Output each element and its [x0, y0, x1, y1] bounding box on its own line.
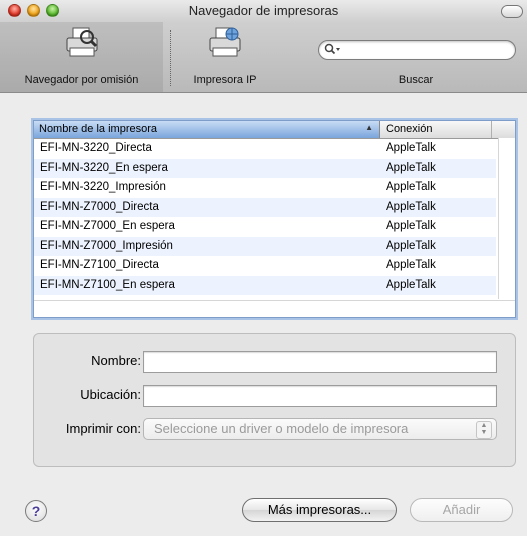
printer-rows: EFI-MN-3220_Directa AppleTalk EFI-MN-322…	[34, 139, 496, 295]
printer-name-cell: EFI-MN-Z7000_En espera	[40, 220, 175, 232]
toolbar-ip-printer[interactable]: Impresora IP	[175, 22, 275, 92]
printer-connection-cell: AppleTalk	[386, 239, 436, 252]
printer-connection-cell: AppleTalk	[386, 142, 436, 154]
popup-arrows-icon: ▲ ▼	[476, 421, 492, 439]
location-field[interactable]	[143, 385, 497, 407]
printer-name-cell: EFI-MN-Z7100_En espera	[40, 278, 175, 291]
printer-connection-cell: AppleTalk	[386, 259, 436, 271]
printer-name-cell: EFI-MN-3220_En espera	[40, 161, 168, 174]
search-field[interactable]	[318, 40, 516, 60]
toolbar-ip-printer-label: Impresora IP	[193, 74, 257, 86]
printer-name-cell: EFI-MN-3220_Impresión	[40, 181, 166, 193]
printer-connection-cell: AppleTalk	[386, 181, 436, 193]
name-label: Nombre:	[91, 353, 141, 368]
table-row[interactable]: EFI-MN-Z7000_Directa AppleTalk	[34, 197, 496, 217]
toolbar: Navegador por omisión Impresora IP Busca…	[0, 22, 527, 93]
search-input[interactable]	[345, 42, 509, 59]
column-header-name[interactable]: Nombre de la impresora ▲	[34, 121, 380, 138]
table-row[interactable]: EFI-MN-Z7100_Directa AppleTalk	[34, 256, 496, 276]
location-label: Ubicación:	[80, 387, 141, 402]
name-input[interactable]	[144, 352, 496, 372]
toolbar-search-label: Buscar	[398, 74, 434, 86]
table-row[interactable]: EFI-MN-Z7000_En espera AppleTalk	[34, 217, 496, 237]
table-row[interactable]: EFI-MN-Z7100_En espera AppleTalk	[34, 275, 496, 295]
printer-browser-window: Navegador de impresoras Navegador por om…	[0, 0, 527, 536]
column-header-connection-label: Conexión	[386, 123, 433, 135]
print-with-popup-value: Seleccione un driver o modelo de impreso…	[154, 421, 409, 436]
toolbar-default-browser[interactable]: Navegador por omisión	[0, 22, 163, 92]
horizontal-scrollbar[interactable]	[34, 300, 515, 317]
printer-connection-cell: AppleTalk	[386, 200, 436, 213]
title-bar[interactable]: Navegador de impresoras	[0, 0, 527, 22]
table-row[interactable]: EFI-MN-3220_En espera AppleTalk	[34, 158, 496, 178]
toolbar-search: Buscar	[310, 22, 522, 92]
help-button[interactable]: ?	[25, 500, 47, 522]
printer-name-cell: EFI-MN-Z7000_Directa	[40, 200, 159, 213]
column-header-connection[interactable]: Conexión	[380, 121, 492, 138]
printer-connection-cell: AppleTalk	[386, 278, 436, 291]
name-field[interactable]	[143, 351, 497, 373]
table-row[interactable]: EFI-MN-3220_Impresión AppleTalk	[34, 178, 496, 198]
add-button[interactable]: Añadir	[410, 498, 513, 522]
toolbar-default-browser-label: Navegador por omisión	[24, 74, 139, 86]
toolbar-separator	[170, 30, 171, 86]
printer-connection-cell: AppleTalk	[386, 220, 436, 232]
table-row[interactable]: EFI-MN-Z7000_Impresión AppleTalk	[34, 236, 496, 256]
printer-list-header: Nombre de la impresora ▲ Conexión	[34, 121, 515, 139]
location-input[interactable]	[144, 386, 496, 406]
printer-connection-cell: AppleTalk	[386, 161, 436, 174]
window-title: Navegador de impresoras	[188, 3, 339, 18]
more-printers-button[interactable]: Más impresoras...	[242, 498, 397, 522]
printer-icon	[66, 27, 97, 57]
sort-ascending-icon: ▲	[365, 123, 373, 132]
printer-name-cell: EFI-MN-Z7100_Directa	[40, 259, 159, 271]
print-with-popup[interactable]: Seleccione un driver o modelo de impreso…	[143, 418, 497, 440]
column-header-name-label: Nombre de la impresora	[39, 123, 157, 135]
table-row[interactable]: EFI-MN-3220_Directa AppleTalk	[34, 139, 496, 159]
vertical-scrollbar[interactable]	[498, 138, 515, 299]
printer-list[interactable]: Nombre de la impresora ▲ Conexión EFI-MN…	[33, 120, 516, 318]
print-with-label: Imprimir con:	[65, 421, 141, 436]
printer-details-box: Nombre: Ubicación: Imprimir con: Selecci…	[33, 333, 516, 467]
search-icon	[324, 43, 340, 55]
toolbar-toggle-button[interactable]	[501, 5, 523, 18]
printer-name-cell: EFI-MN-3220_Directa	[40, 142, 152, 154]
ip-printer-icon	[209, 27, 241, 57]
printer-name-cell: EFI-MN-Z7000_Impresión	[40, 239, 173, 252]
